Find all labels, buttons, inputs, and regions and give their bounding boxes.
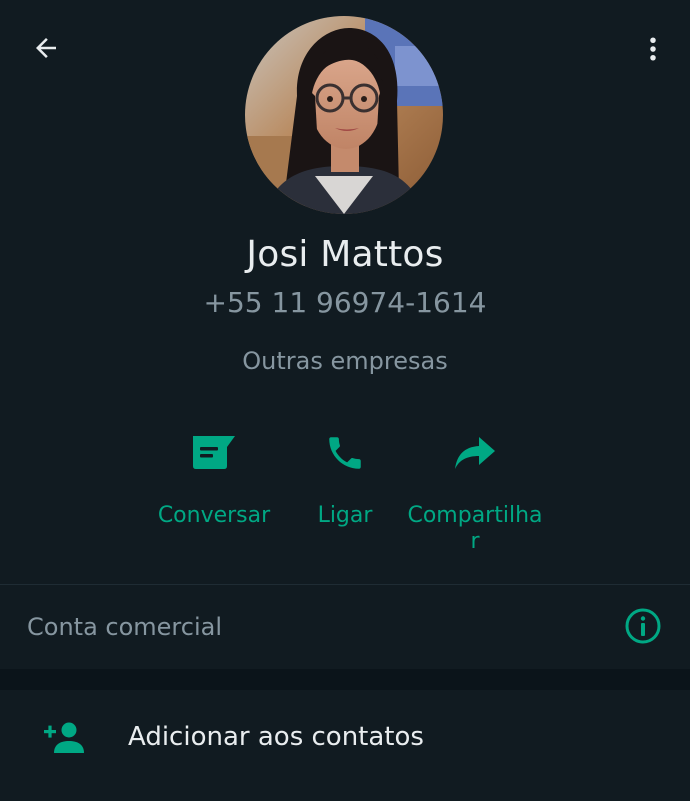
profile-photo-image (245, 16, 443, 214)
business-account-row[interactable]: Conta comercial (0, 585, 690, 669)
business-category: Outras empresas (242, 347, 448, 375)
more-options-button[interactable] (630, 26, 676, 72)
compartilhar-label: Compartilhar (407, 503, 543, 554)
add-to-contacts-label: Adicionar aos contatos (128, 722, 424, 752)
info-button[interactable] (620, 603, 666, 649)
contact-phone: +55 11 96974-1614 (203, 286, 487, 319)
ligar-button[interactable]: Ligar (270, 425, 420, 529)
info-icon (625, 608, 661, 644)
compartilhar-button[interactable]: Compartilhar (400, 425, 550, 555)
add-contact-icon (44, 722, 84, 753)
business-account-label: Conta comercial (27, 613, 222, 641)
arrow-back-icon (36, 38, 56, 58)
phone-icon (329, 437, 361, 469)
more-vert-icon (650, 37, 656, 61)
ligar-label: Ligar (317, 503, 373, 528)
conversar-label: Conversar (157, 503, 271, 528)
back-button[interactable] (22, 26, 70, 70)
contact-name: Josi Mattos (246, 234, 444, 275)
section-gap (0, 669, 690, 690)
conversar-button[interactable]: Conversar (139, 425, 289, 529)
profile-photo[interactable] (245, 16, 443, 214)
share-icon (455, 437, 495, 469)
add-to-contacts-row[interactable]: Adicionar aos contatos (0, 690, 690, 801)
message-icon (193, 436, 235, 469)
